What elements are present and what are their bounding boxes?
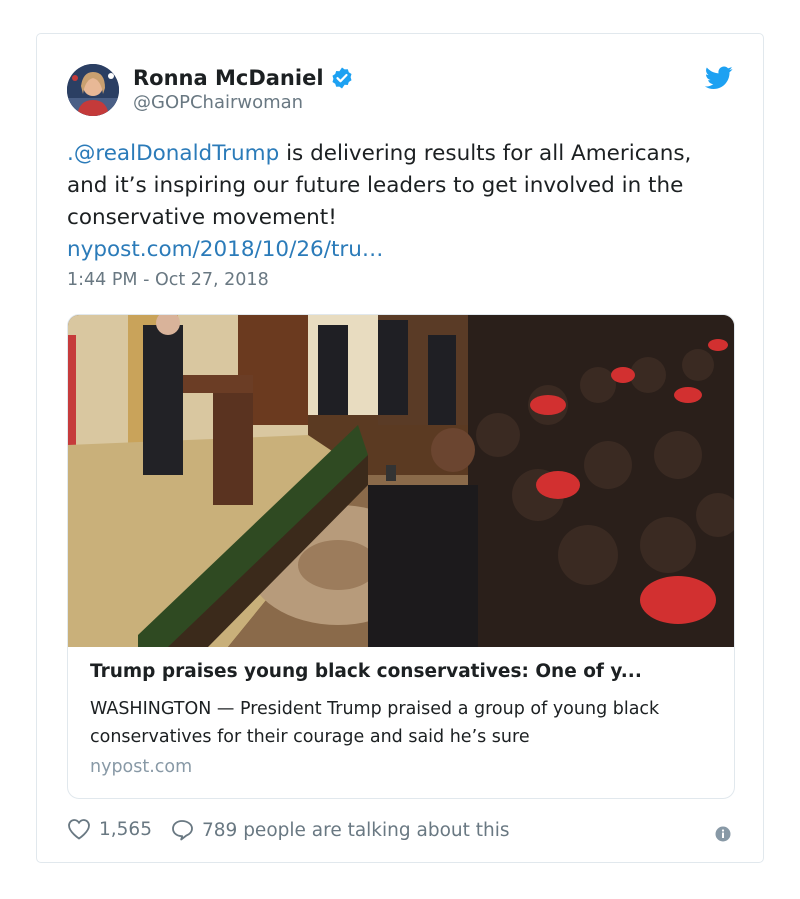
- article-url-link[interactable]: nypost.com/2018/10/26/tru…: [67, 237, 383, 262]
- card-title[interactable]: Trump praises young black conservatives:…: [90, 659, 716, 685]
- card-photo[interactable]: [68, 315, 734, 647]
- user-identity: Ronna McDaniel @GOPChairwoman: [133, 66, 354, 113]
- card-description: WASHINGTON — President Trump praised a g…: [90, 699, 660, 747]
- conversation-action[interactable]: 789 people are talking about this: [170, 818, 510, 842]
- verified-badge-icon: [330, 66, 354, 90]
- link-preview-card[interactable]: Trump praises young black conservatives:…: [67, 314, 735, 799]
- card-body: Trump praises young black conservatives:…: [90, 659, 716, 777]
- card-domain: nypost.com: [90, 757, 193, 777]
- tweet-embed: Ronna McDaniel @GOPChairwoman .@realDona…: [36, 33, 764, 863]
- tweet-footer: 1,565 789 people are talking about this: [67, 818, 733, 848]
- speech-bubble-icon: [172, 820, 193, 841]
- user-handle[interactable]: @GOPChairwoman: [133, 92, 354, 113]
- tweet-header: Ronna McDaniel @GOPChairwoman: [67, 64, 733, 120]
- display-name[interactable]: Ronna McDaniel: [133, 66, 324, 90]
- like-action[interactable]: 1,565: [67, 818, 152, 840]
- mention-link[interactable]: .@realDonaldTrump: [67, 141, 279, 166]
- avatar[interactable]: [67, 64, 119, 116]
- talking-count: 789 people are talking about this: [202, 819, 510, 841]
- tweet-text: .@realDonaldTrump is delivering results …: [67, 138, 727, 266]
- tweet-timestamp[interactable]: 1:44 PM - Oct 27, 2018: [67, 270, 269, 290]
- twitter-bird-icon[interactable]: [704, 66, 733, 90]
- info-icon[interactable]: [715, 826, 731, 842]
- heart-icon: [68, 819, 90, 840]
- like-count: 1,565: [99, 818, 152, 840]
